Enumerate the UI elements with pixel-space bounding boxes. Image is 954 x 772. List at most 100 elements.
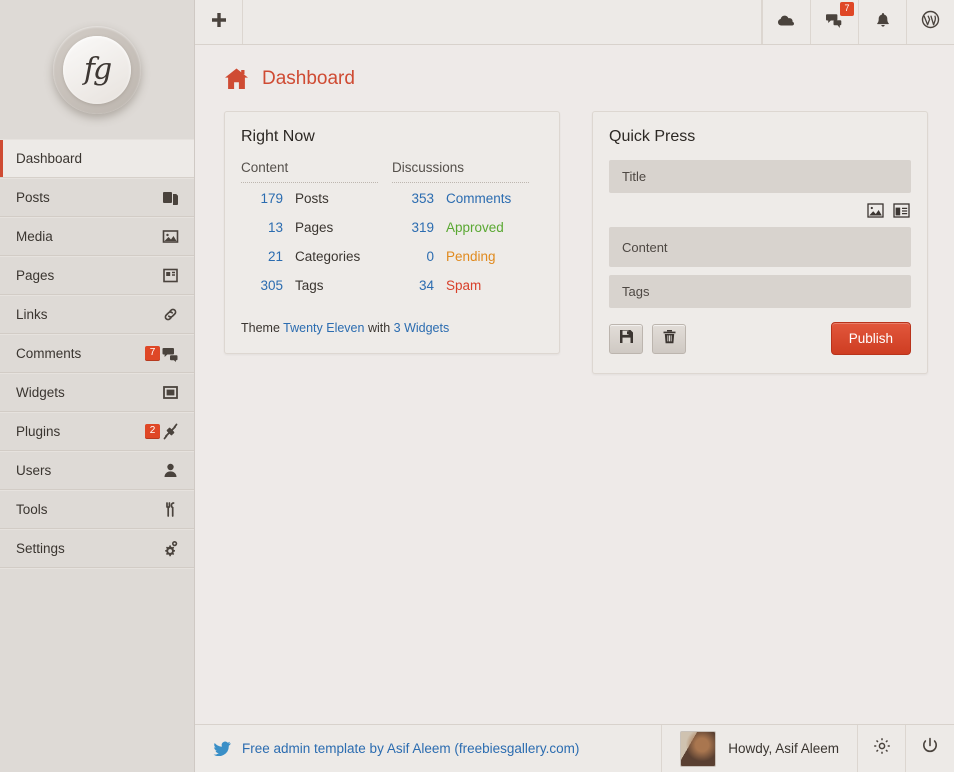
sidebar-item-links[interactable]: Links xyxy=(0,295,194,334)
cloud-button[interactable] xyxy=(762,0,810,44)
quick-press-media-buttons xyxy=(609,201,911,219)
content-heading: Content xyxy=(241,160,378,183)
sidebar-item-label: Links xyxy=(16,307,48,322)
discussions-column: Discussions 353 Comments 319 Approved 0 xyxy=(392,160,543,307)
add-new-button[interactable] xyxy=(195,0,243,44)
sidebar: fg Dashboard Posts Media Pages Links Com… xyxy=(0,0,195,772)
sidebar-item-pages[interactable]: Pages xyxy=(0,256,194,295)
comments-icon xyxy=(160,344,180,364)
sidebar-item-dashboard[interactable]: Dashboard xyxy=(0,139,194,178)
table-row: 353 Comments xyxy=(392,191,543,220)
sidebar-item-label: Tools xyxy=(16,502,48,517)
theme-middle-label: with xyxy=(367,321,391,335)
insert-layout-icon[interactable] xyxy=(891,201,911,219)
table-row: 319 Approved xyxy=(392,220,543,249)
table-row: 179 Posts xyxy=(241,191,392,220)
insert-image-icon[interactable] xyxy=(865,201,885,219)
spam-count[interactable]: 34 xyxy=(392,278,434,293)
gear-icon xyxy=(873,737,891,760)
posts-count[interactable]: 179 xyxy=(241,191,283,206)
spam-label[interactable]: Spam xyxy=(446,278,481,293)
media-icon xyxy=(160,227,180,247)
pages-label: Pages xyxy=(295,220,334,235)
table-row: 21 Categories xyxy=(241,249,392,278)
logout-button[interactable] xyxy=(906,725,954,772)
sidebar-nav: Dashboard Posts Media Pages Links Commen… xyxy=(0,139,194,568)
wordpress-button[interactable] xyxy=(906,0,954,44)
footer-credit: Free admin template by Asif Aleem (freeb… xyxy=(195,725,663,772)
sidebar-item-label: Settings xyxy=(16,541,65,556)
quick-press-content-input[interactable]: Content xyxy=(609,227,911,267)
table-row: 13 Pages xyxy=(241,220,392,249)
sidebar-item-label: Dashboard xyxy=(16,151,83,166)
content-column: Content 179 Posts 13 Pages 21 Categories… xyxy=(241,160,392,307)
comments-count-badge: 7 xyxy=(840,2,854,16)
home-icon xyxy=(224,67,249,91)
approved-label[interactable]: Approved xyxy=(446,220,504,235)
admin-dashboard: fg Dashboard Posts Media Pages Links Com… xyxy=(0,0,954,772)
sidebar-item-label: Posts xyxy=(16,190,50,205)
categories-label: Categories xyxy=(295,249,361,264)
sidebar-badge-comments: 7 xyxy=(145,346,160,361)
categories-count[interactable]: 21 xyxy=(241,249,283,264)
sidebar-item-label: Users xyxy=(16,463,52,478)
save-draft-button[interactable] xyxy=(609,323,643,354)
notifications-button[interactable] xyxy=(858,0,906,44)
widgets-icon xyxy=(160,383,180,403)
publish-button[interactable]: Publish xyxy=(830,322,911,355)
sidebar-item-settings[interactable]: Settings xyxy=(0,529,194,568)
comments-button[interactable]: 7 xyxy=(810,0,858,44)
site-logo[interactable]: fg xyxy=(53,25,141,114)
quick-press-widget: Quick Press Title Content Tags Publish xyxy=(592,111,928,374)
theme-name-link[interactable]: Twenty Eleven xyxy=(283,321,364,335)
tags-label: Tags xyxy=(295,278,324,293)
logo-monogram: fg xyxy=(83,51,112,87)
sidebar-item-comments[interactable]: Comments 7 xyxy=(0,334,194,373)
widget-title: Quick Press xyxy=(609,128,696,145)
greeting-text: Howdy, Asif Aleem xyxy=(728,741,839,756)
widget-title: Right Now xyxy=(241,128,315,145)
sidebar-item-posts[interactable]: Posts xyxy=(0,178,194,217)
cloud-icon xyxy=(777,13,796,32)
topbar: 7 xyxy=(195,0,954,45)
twitter-bird-icon[interactable] xyxy=(213,741,231,756)
page-title-text: Dashboard xyxy=(262,68,355,89)
tags-count[interactable]: 305 xyxy=(241,278,283,293)
comments-label[interactable]: Comments xyxy=(446,191,511,206)
dashboard-widgets: Right Now Content 179 Posts 13 Pages 21 … xyxy=(224,111,930,374)
tools-icon xyxy=(160,500,180,520)
theme-widgets-link[interactable]: 3 Widgets xyxy=(394,321,450,335)
footer: Free admin template by Asif Aleem (freeb… xyxy=(195,724,954,772)
pending-label[interactable]: Pending xyxy=(446,249,496,264)
table-row: 34 Spam xyxy=(392,278,543,307)
pending-count[interactable]: 0 xyxy=(392,249,434,264)
table-row: 305 Tags xyxy=(241,278,392,307)
sidebar-item-tools[interactable]: Tools xyxy=(0,490,194,529)
power-icon xyxy=(921,737,939,760)
sidebar-item-label: Comments xyxy=(16,346,82,361)
right-now-columns: Content 179 Posts 13 Pages 21 Categories… xyxy=(241,160,543,307)
comments-count[interactable]: 353 xyxy=(392,191,434,206)
plugins-icon xyxy=(160,422,180,442)
topbar-spacer xyxy=(243,0,762,44)
settings-button[interactable] xyxy=(858,725,906,772)
sidebar-item-media[interactable]: Media xyxy=(0,217,194,256)
delete-draft-button[interactable] xyxy=(652,323,686,354)
footer-credit-link[interactable]: Free admin template by Asif Aleem (freeb… xyxy=(242,741,579,756)
quick-press-tags-input[interactable]: Tags xyxy=(609,275,911,308)
discussions-heading: Discussions xyxy=(392,160,529,183)
page-title: Dashboard xyxy=(224,67,930,91)
trash-icon xyxy=(662,329,677,349)
posts-icon xyxy=(160,188,180,208)
quick-press-title-input[interactable]: Title xyxy=(609,160,911,193)
sidebar-item-plugins[interactable]: Plugins 2 xyxy=(0,412,194,451)
pages-icon xyxy=(160,266,180,286)
pages-count[interactable]: 13 xyxy=(241,220,283,235)
sidebar-item-label: Pages xyxy=(16,268,55,283)
user-menu[interactable]: Howdy, Asif Aleem xyxy=(662,725,858,772)
sidebar-item-widgets[interactable]: Widgets xyxy=(0,373,194,412)
sidebar-item-users[interactable]: Users xyxy=(0,451,194,490)
approved-count[interactable]: 319 xyxy=(392,220,434,235)
right-now-widget: Right Now Content 179 Posts 13 Pages 21 … xyxy=(224,111,560,354)
sidebar-item-label: Plugins xyxy=(16,424,61,439)
